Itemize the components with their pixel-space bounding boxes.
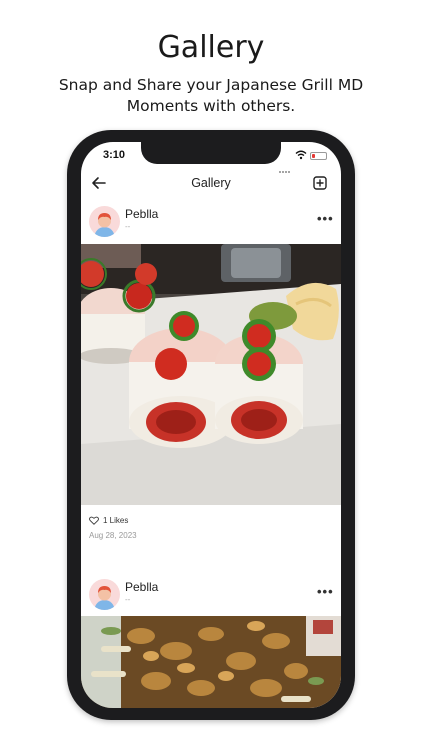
more-options-button[interactable]: ••• [317, 584, 334, 599]
plus-square-icon[interactable] [313, 176, 327, 190]
post-author[interactable]: Peblla [125, 207, 158, 221]
wifi-icon [295, 150, 307, 160]
more-options-button[interactable]: ••• [317, 211, 334, 226]
post-photo[interactable] [81, 244, 341, 505]
signal-icon [279, 155, 293, 173]
nav-bar: Gallery [81, 168, 341, 198]
post-header: Peblla -- ••• [81, 204, 341, 240]
user-avatar-icon[interactable] [89, 579, 120, 610]
status-time: 3:10 [103, 149, 126, 161]
arrow-left-icon[interactable] [91, 175, 107, 191]
user-avatar-icon[interactable] [89, 206, 120, 237]
promo-title: Gallery [157, 30, 265, 65]
battery-icon [310, 152, 327, 160]
app-screen: 3:10 Gallery Peblla -- ••• 1 Likes Aug 2… [81, 142, 341, 708]
phone-notch [141, 142, 281, 164]
promo-subtitle-line-2: Moments with others. [126, 97, 296, 115]
promo-subtitle: Snap and Share your Japanese Grill MD Mo… [40, 75, 382, 117]
likes-count: 1 Likes [103, 516, 129, 525]
promo-subtitle-line-1: Snap and Share your Japanese Grill MD [58, 76, 364, 94]
post-photo[interactable] [81, 616, 341, 708]
heart-icon[interactable] [89, 516, 99, 525]
post-author-subtitle: -- [125, 222, 131, 231]
post-author[interactable]: Peblla [125, 580, 158, 594]
sushi-rolls-photo [81, 244, 341, 505]
stir-fry-photo [81, 616, 341, 708]
post-date: Aug 28, 2023 [89, 531, 137, 540]
page-title: Gallery [191, 176, 231, 190]
battery-level [312, 154, 316, 158]
post-header: Peblla -- ••• [81, 577, 341, 613]
post-author-subtitle: -- [125, 595, 131, 604]
